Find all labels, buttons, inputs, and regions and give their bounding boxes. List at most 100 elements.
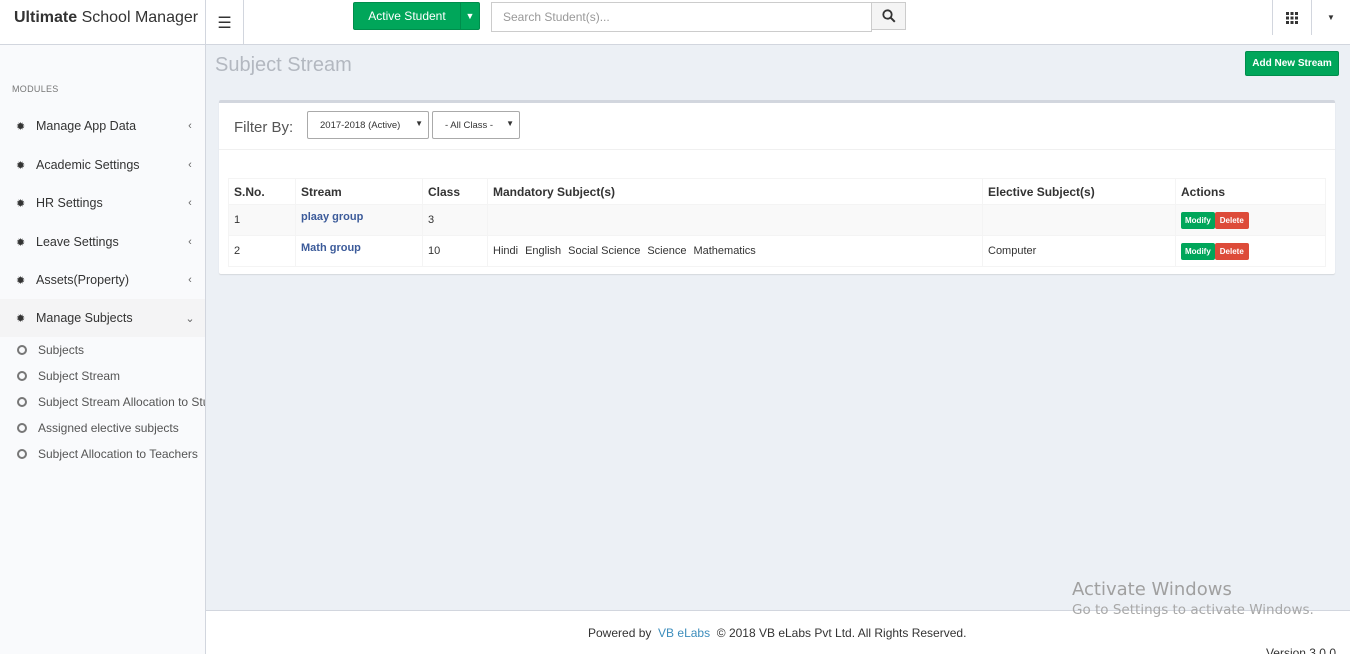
watermark-subtitle: Go to Settings to activate Windows. (1072, 602, 1314, 618)
session-select-value: 2017-2018 (Active) (320, 119, 401, 131)
col-header-mandatory: Mandatory Subject(s) (487, 178, 983, 205)
stream-link[interactable]: plaay group (301, 211, 363, 223)
submenu-item-subject-stream[interactable]: Subject Stream (0, 363, 205, 389)
page-title: Subject Stream (215, 54, 352, 76)
delete-button[interactable]: Delete (1214, 242, 1249, 260)
circle-icon (17, 397, 27, 407)
cell-stream: plaay group (295, 204, 423, 236)
watermark-title: Activate Windows (1072, 579, 1232, 600)
sidebar-item-label: Manage Subjects (36, 311, 133, 325)
cell-elective (982, 204, 1176, 236)
subject-tag: Mathematics (693, 245, 756, 257)
sidebar-item-label: Assets(Property) (36, 273, 130, 287)
sidebar-item-label: Academic Settings (36, 158, 140, 172)
sidebar-item-manage-app-data[interactable]: ✹ Manage App Data ‹ (0, 107, 205, 145)
footer-copyright: Powered by VB eLabs © 2018 VB eLabs Pvt … (588, 626, 966, 640)
col-header-sno: S.No. (228, 178, 296, 205)
dashboard-icon: ✹ (16, 197, 26, 210)
col-header-elective: Elective Subject(s) (982, 178, 1176, 205)
stream-link[interactable]: Math group (301, 242, 361, 254)
sidebar-item-academic-settings[interactable]: ✹ Academic Settings ‹ (0, 146, 205, 184)
dashboard-icon: ✹ (16, 236, 26, 249)
submenu-item-label: Subjects (38, 343, 85, 357)
circle-icon (17, 371, 27, 381)
company-link[interactable]: VB eLabs (658, 626, 710, 640)
chevron-left-icon: ‹ (188, 197, 192, 209)
caret-down-icon[interactable]: ▼ (460, 3, 479, 29)
windows-activation-watermark: Activate Windows Go to Settings to activ… (1072, 579, 1314, 618)
dashboard-icon: ✹ (16, 159, 26, 172)
apps-grid-button[interactable] (1272, 0, 1311, 35)
submenu-item-label: Subject Allocation to Teachers (38, 447, 198, 461)
cell-mandatory: Hindi English Social Science Science Mathema… (487, 235, 983, 267)
sidebar-item-hr-settings[interactable]: ✹ HR Settings ‹ (0, 184, 205, 222)
hamburger-menu-icon[interactable]: ☰ (206, 0, 244, 45)
subject-tag: Social Science (568, 245, 641, 257)
class-select-value: - All Class - (445, 119, 494, 131)
chevron-left-icon: ‹ (188, 274, 192, 286)
filter-label: Filter By: (234, 119, 294, 136)
copyright-text: © 2018 VB eLabs Pvt Ltd. All Rights Rese… (716, 626, 967, 640)
brand-bold: Ultimate (14, 9, 78, 26)
powered-by-text: Powered by (588, 626, 652, 640)
modify-button[interactable]: Modify (1181, 211, 1215, 229)
chevron-left-icon: ‹ (188, 120, 192, 132)
session-select[interactable]: 2017-2018 (Active) ▼ (307, 111, 429, 139)
col-header-actions: Actions (1175, 178, 1326, 205)
cell-sno: 2 (228, 235, 296, 267)
cell-class: 3 (422, 204, 488, 236)
table-header-row: S.No. Stream Class Mandatory Subject(s) … (228, 178, 1326, 205)
circle-icon (17, 449, 27, 459)
add-new-stream-button[interactable]: Add New Stream (1245, 51, 1339, 76)
stream-panel: Filter By: 2017-2018 (Active) ▼ - All Cl… (219, 100, 1335, 274)
sidebar-header: MODULES (12, 84, 59, 94)
active-student-button[interactable]: Active Student ▼ (353, 2, 480, 30)
delete-button[interactable]: Delete (1214, 211, 1249, 229)
submenu-item-stream-allocation[interactable]: Subject Stream Allocation to Stu (0, 389, 205, 415)
caret-down-icon: ▼ (506, 119, 514, 128)
cell-mandatory (487, 204, 983, 236)
brand-rest: School Manager (81, 9, 199, 26)
chevron-left-icon: ‹ (188, 236, 192, 248)
search-student-input[interactable] (491, 2, 872, 32)
search-icon (881, 9, 896, 23)
filter-bar: Filter By: 2017-2018 (Active) ▼ - All Cl… (219, 103, 1335, 150)
grid-icon (1286, 11, 1298, 24)
top-navbar: Ultimate School Manager ☰ Active Student… (0, 0, 1350, 45)
col-header-class: Class (422, 178, 488, 205)
table-row: 1 plaay group 3 Modify Delete (228, 204, 1326, 236)
cell-elective: Computer (982, 235, 1176, 267)
modify-button[interactable]: Modify (1181, 242, 1215, 260)
search-button[interactable] (871, 2, 906, 30)
cell-class: 10 (422, 235, 488, 267)
active-student-label: Active Student (368, 9, 446, 23)
app-logo[interactable]: Ultimate School Manager (0, 0, 206, 45)
table-row: 2 Math group 10 Hindi English Social Scien… (228, 235, 1326, 267)
submenu-item-label: Subject Stream (38, 369, 121, 383)
submenu-item-teacher-allocation[interactable]: Subject Allocation to Teachers (0, 441, 205, 467)
submenu-item-subjects[interactable]: Subjects (0, 337, 205, 363)
sidebar-item-leave-settings[interactable]: ✹ Leave Settings ‹ (0, 223, 205, 261)
version-label: Version 3.0.0 (1265, 646, 1336, 654)
circle-icon (17, 423, 27, 433)
chevron-left-icon: ‹ (188, 159, 192, 171)
sidebar-item-label: Manage App Data (36, 119, 137, 133)
subject-tag: Hindi (493, 245, 519, 257)
col-header-stream: Stream (295, 178, 423, 205)
sidebar-item-label: HR Settings (36, 196, 103, 210)
submenu-item-assigned-elective[interactable]: Assigned elective subjects (0, 415, 205, 441)
caret-down-icon: ▼ (415, 119, 423, 128)
stream-table: S.No. Stream Class Mandatory Subject(s) … (228, 178, 1326, 267)
user-dropdown-caret-icon[interactable]: ▼ (1311, 0, 1350, 35)
subject-tag: English (525, 245, 562, 257)
dashboard-icon: ✹ (16, 312, 26, 325)
cell-actions: Modify Delete (1175, 204, 1326, 236)
subject-tag: Science (647, 245, 687, 257)
submenu-item-label: Subject Stream Allocation to Stu (38, 395, 205, 409)
sidebar-item-label: Leave Settings (36, 235, 119, 249)
sidebar-item-assets[interactable]: ✹ Assets(Property) ‹ (0, 261, 205, 299)
dashboard-icon: ✹ (16, 274, 26, 287)
class-select[interactable]: - All Class - ▼ (432, 111, 520, 139)
sidebar-item-manage-subjects[interactable]: ✹ Manage Subjects ⌄ (0, 299, 205, 337)
dashboard-icon: ✹ (16, 120, 26, 133)
